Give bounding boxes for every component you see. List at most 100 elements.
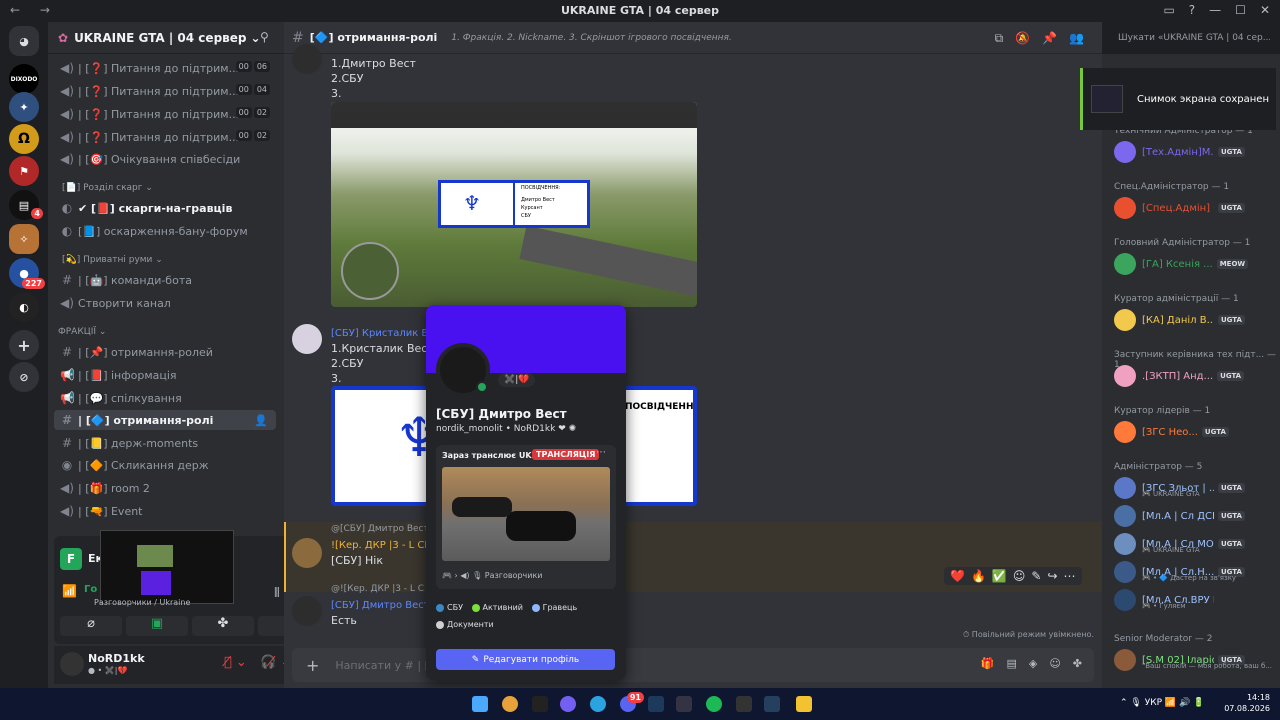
screenshot-toast[interactable]: Снимок экрана сохранен [1080,68,1276,130]
minimize-button[interactable]: — [1209,3,1221,17]
more-icon[interactable]: ⋯ [1064,569,1076,583]
discord-home-icon[interactable]: ◕ [9,26,39,56]
viber-icon[interactable] [560,696,576,712]
spotify-icon[interactable] [706,696,722,712]
emoji-icon[interactable]: ☺ [1049,657,1060,670]
app-icon[interactable] [676,696,692,712]
member-item[interactable]: [S.M 02] Іларіон ...UGTA"Ваш спокій — мо… [1114,648,1276,672]
server-name-header[interactable]: ✿ UKRAINE GTA | 04 сервер ⌄ ⚲ [48,22,284,54]
reaction-check[interactable]: ✅ [992,569,1007,583]
stream-preview[interactable] [442,467,610,561]
search-input[interactable]: Шукати «UKRAINE GTA | 04 сер... [1112,28,1270,50]
message-input[interactable]: + Написати у # | [🔷 | 🎁 ▤ ◈ ☺ ✤ [292,648,1094,682]
gift-icon[interactable]: 🎁 [981,657,995,670]
channel-announce[interactable]: 📢 | [💬] спілкування [54,388,276,408]
server-icon[interactable]: ⚑ [9,156,39,186]
server-icon[interactable]: ◐ [9,292,39,322]
channel-announce[interactable]: 📢 | [📕] інформація [54,365,276,385]
category-complaints[interactable]: [📄] Розділ скарг ⌄ [62,183,153,193]
channel-forum[interactable]: ◐ [📘] оскарження-бану-форум [54,221,276,241]
server-icon[interactable]: Ω [9,124,39,154]
avatar[interactable] [292,596,322,626]
category-factions[interactable]: ФРАКЦІЇ ⌄ [58,327,106,337]
member-item[interactable]: [Тех.Адмін]М... UGTA [1114,140,1276,164]
app-icon[interactable] [764,696,780,712]
member-item[interactable]: .[ЗКТП] Анд... UGTA [1114,364,1276,388]
maximize-button[interactable]: ☐ [1235,3,1246,17]
screen-share-button[interactable]: ▣ [126,616,188,636]
members-icon[interactable]: 👥 [1069,31,1084,46]
clock[interactable]: 14:18 07.08.2026 [1224,692,1270,714]
channel-forum[interactable]: ◐ ✔ [📕] скарги-на-гравців [54,198,276,218]
reaction-heart[interactable]: ❤️ [950,569,965,583]
camera-button[interactable]: ⌀ [60,616,122,636]
profile-avatar[interactable] [436,343,490,397]
server-icon[interactable]: ✦ [9,92,39,122]
reaction-fire[interactable]: 🔥 [971,569,986,583]
channel-voice[interactable]: ◀) | [🎯] Очікування співбесіди [54,149,276,169]
reply-icon[interactable]: ↪ [1047,569,1057,583]
member-item[interactable]: [ЗГС Нео... UGTA [1114,420,1276,444]
more-icon[interactable]: ⋯ [596,447,606,458]
channel-voice[interactable]: ◀) | [❓] Питання до підтрим... 00 02 [54,127,276,147]
start-icon[interactable] [472,696,488,712]
telegram-icon[interactable] [590,696,606,712]
role-badge[interactable]: Активний [471,603,523,612]
message-author[interactable]: [СБУ] Дмитро Вест [331,598,430,613]
member-item[interactable]: [Спец.Адмін] Се... UGTA [1114,196,1276,220]
member-item[interactable]: [Мл.А | Сл.Н... UGTA 🎮 • 🔷 Дастер на зв'яз… [1114,560,1276,584]
channel-stage[interactable]: ◉ | [🔶] Скликання держ [54,455,276,475]
mute-icon[interactable]: 🎙̸ ⌄ [224,655,247,670]
invite-icon[interactable]: ⚲ [260,30,269,44]
notifications-muted-icon[interactable]: 🔕 [1015,31,1030,46]
noise-suppression-icon[interactable]: ⦀ [274,586,280,601]
reply-reference[interactable]: @![Кер. ДКР |3 - L С [331,584,424,594]
apps-icon[interactable]: ✤ [1073,657,1082,670]
add-server-icon[interactable]: + [9,330,39,360]
message-author[interactable]: [СБУ] Кристалик Ве [331,326,434,341]
inbox-icon[interactable]: ▭ [1163,3,1174,17]
channel-text[interactable]: # | [📒] держ-moments [54,433,276,453]
avatar[interactable] [292,538,322,568]
avatar[interactable] [292,44,322,74]
channel-voice[interactable]: ◀) | [🎁] room 2 [54,478,276,498]
member-item[interactable]: [ГА] Ксенія ... MEOW [1114,252,1276,276]
channel-voice[interactable]: ◀) | [❓] Питання до підтрим... 00 06 [54,58,276,78]
sticker-icon[interactable]: ◈ [1029,657,1037,670]
window-controls[interactable]: ▭ ? — ☐ ✕ [1163,3,1270,17]
stream-preview-thumbnail[interactable] [100,530,234,604]
avatar[interactable] [60,652,84,676]
edit-profile-button[interactable]: ✎ Редагувати профіль [436,649,615,670]
category-private[interactable]: [💫] Приватні руми ⌄ [62,255,163,265]
role-badge[interactable]: Документи [436,620,494,629]
attach-plus-icon[interactable]: + [306,656,319,675]
member-item[interactable]: [КА] Даніл В... UGTA [1114,308,1276,332]
voice-channel-name[interactable]: Разговорчики / Ukraine [94,598,190,607]
app-icon[interactable] [648,696,664,712]
chrome-icon[interactable] [502,696,518,712]
edit-icon[interactable]: ✎ [1031,569,1041,583]
add-member-icon[interactable]: 👤 [254,414,268,427]
server-icon-active[interactable]: ✧ [9,224,39,254]
threads-icon[interactable]: ⧉ [995,31,1004,46]
channel-voice[interactable]: ◀) | [❓] Питання до підтрим... 00 02 [54,104,276,124]
voice-channel-row[interactable]: 🎮 › ◀) 🎙 Разговорчики [442,571,543,580]
channel-voice[interactable]: ◀) | [❓] Питання до підтрим... 00 04 [54,81,276,101]
channel-text-active[interactable]: # | [🔷] отримання-ролі 👤 [54,410,276,430]
server-icon[interactable]: ● 227 [9,258,45,289]
tray-icons[interactable]: ⌃ 🎙 УКР 📶 🔊 🔋 [1120,698,1204,708]
add-reaction-icon[interactable]: ☺ [1013,569,1026,583]
server-icon[interactable]: DIXODO [9,64,39,94]
channel-voice[interactable]: ◀) Створити канал [54,293,276,313]
activities-button[interactable]: ✤ [192,616,254,636]
message-author[interactable]: ![Кер. ДКР |3 - L СБУ [331,538,437,553]
channel-topic[interactable]: 1. Фракція. 2. Nickname. 3. Скріншот ігр… [451,33,731,43]
server-icon[interactable]: ▤ 4 [9,190,43,220]
discover-icon[interactable]: ⊘ [9,362,39,392]
channel-text[interactable]: # | [📌] отримання-ролей [54,342,276,362]
screenshot-attachment[interactable]: ♆ ПОСВІДЧЕННЯ: Дмитро Вест Курсант СБУ [331,102,697,307]
member-item[interactable]: [ЗГС Зльот | ... UGTA 🎮 UKRAINE GTA [1114,476,1276,500]
member-item[interactable]: [Мл.А | Сл ДСН... UGTA [1114,504,1276,528]
reply-reference[interactable]: @[СБУ] Дмитро Вест [331,524,429,534]
channel-voice[interactable]: ◀) | [🔫] Event [54,501,276,521]
